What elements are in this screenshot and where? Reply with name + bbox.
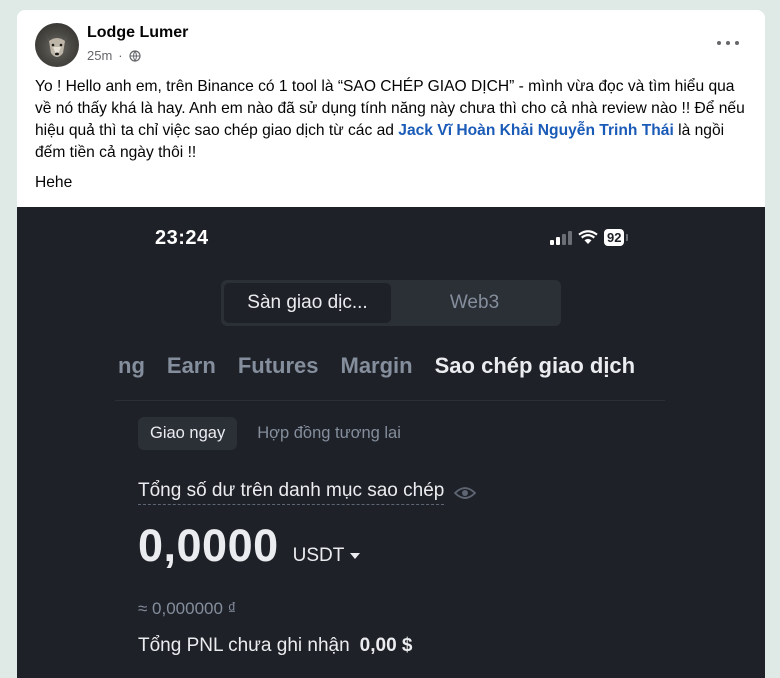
tab-margin[interactable]: Margin bbox=[341, 353, 413, 379]
balance-label: Tổng số dư trên danh mục sao chép bbox=[138, 480, 445, 505]
balance-label-row: Tổng số dư trên danh mục sao chép bbox=[138, 480, 477, 505]
signal-icon bbox=[550, 230, 572, 245]
balance-row: 0,0000 USDT bbox=[138, 520, 361, 572]
wolf-avatar-image bbox=[45, 31, 69, 57]
tab-copy-trading[interactable]: Sao chép giao dịch bbox=[435, 353, 635, 379]
post-body: Yo ! Hello anh em, trên Binance có 1 too… bbox=[17, 76, 765, 164]
currency-selector[interactable]: USDT bbox=[293, 545, 361, 567]
pnl-value: 0,00 $ bbox=[359, 635, 413, 656]
post-time[interactable]: 25m bbox=[87, 48, 112, 63]
tab-earn[interactable]: Earn bbox=[167, 353, 216, 379]
balance-value: 0,0000 bbox=[138, 520, 279, 571]
post-image-screenshot[interactable]: 23:24 92 Sàn giao dịc... Web3 ng Earn Fu… bbox=[17, 207, 765, 678]
product-tabs: ng Earn Futures Margin Sao chép giao dịc… bbox=[118, 353, 635, 379]
subtab-spot[interactable]: Giao ngay bbox=[138, 417, 238, 450]
toggle-web3[interactable]: Web3 bbox=[391, 283, 558, 323]
tab-futures[interactable]: Futures bbox=[238, 353, 319, 379]
post-header: Lodge Lumer 25m · bbox=[17, 10, 765, 76]
subtab-futures[interactable]: Hợp đồng tương lai bbox=[245, 417, 413, 450]
post-meta: 25m · bbox=[87, 48, 141, 63]
post-extra-text: Hehe bbox=[35, 174, 73, 191]
more-options-icon[interactable] bbox=[717, 34, 739, 52]
mention-link[interactable]: Jack Vĩ Hoàn Khải Nguyễn Trinh Thái bbox=[398, 122, 674, 139]
balance-approx: ≈ 0,000000 ₫ bbox=[138, 599, 237, 618]
eye-icon[interactable] bbox=[454, 486, 477, 500]
tab-partial[interactable]: ng bbox=[118, 353, 145, 379]
globe-icon bbox=[129, 49, 141, 62]
tab-divider bbox=[115, 400, 665, 401]
wifi-icon bbox=[578, 230, 598, 244]
pnl-row: Tổng PNL chưa ghi nhận 0,00 $ bbox=[138, 635, 412, 657]
caret-down-icon bbox=[350, 553, 361, 559]
pnl-label: Tổng PNL chưa ghi nhận bbox=[138, 635, 350, 656]
subtabs: Giao ngay Hợp đồng tương lai bbox=[138, 417, 413, 450]
post-card: Lodge Lumer 25m · Yo ! Hello anh em, trê… bbox=[17, 10, 765, 678]
currency-label: USDT bbox=[292, 545, 345, 566]
exchange-web3-toggle: Sàn giao dịc... Web3 bbox=[221, 280, 561, 326]
battery-icon: 92 bbox=[604, 229, 630, 246]
phone-status-bar: 92 bbox=[550, 229, 630, 246]
author-name[interactable]: Lodge Lumer bbox=[87, 24, 188, 42]
toggle-exchange[interactable]: Sàn giao dịc... bbox=[224, 283, 391, 323]
avatar[interactable] bbox=[35, 23, 79, 67]
phone-clock: 23:24 bbox=[155, 227, 209, 249]
